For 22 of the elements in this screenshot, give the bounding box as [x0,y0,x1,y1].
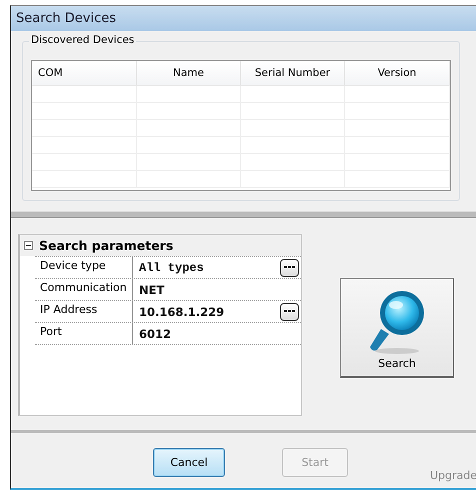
property-value[interactable]: All types [139,260,204,274]
search-button[interactable]: Search [340,278,454,378]
column-header[interactable]: Serial Number [241,61,345,86]
column-header[interactable]: COM [32,61,137,86]
ellipsis-icon [284,266,295,269]
ellipsis-icon [284,310,295,313]
property-value[interactable]: 10.168.1.229 [139,304,224,318]
group-title: Discovered Devices [29,34,136,46]
property-label: Port [35,323,133,344]
category-title: Search parameters [39,238,174,253]
ellipsis-button[interactable] [280,302,299,320]
column-header[interactable]: Name [137,61,241,86]
property-label: Communication [35,279,133,300]
collapse-icon[interactable] [24,241,33,250]
property-value[interactable]: 6012 [139,326,172,340]
property-value[interactable]: NET [139,282,164,296]
property-label: IP Address [35,301,133,322]
window-title: Search Devices [11,6,476,31]
column-header[interactable]: Version [345,61,450,86]
property-label: Device type [35,257,133,278]
ellipsis-button[interactable] [280,258,299,276]
dialog-button[interactable]: Cancel [153,448,225,477]
